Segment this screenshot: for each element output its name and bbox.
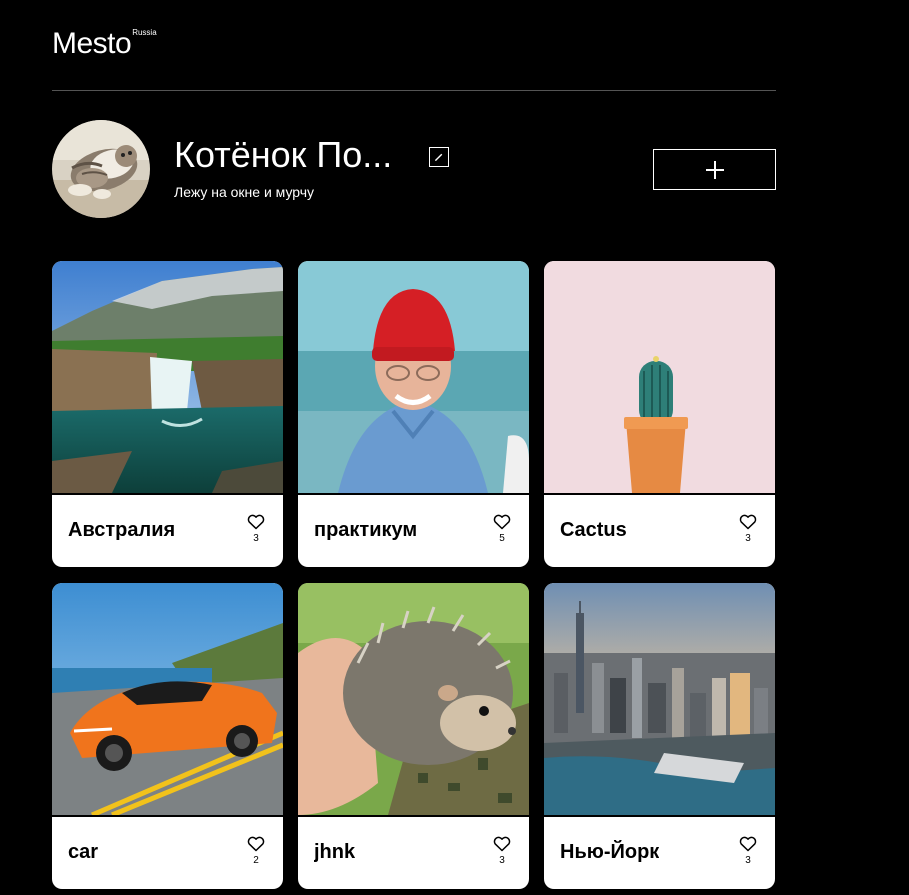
card-image[interactable] <box>544 583 775 815</box>
cactus-image <box>544 261 775 493</box>
portrait-image <box>298 261 529 493</box>
heart-icon <box>739 836 757 852</box>
heart-icon <box>493 514 511 530</box>
card-title: car <box>68 841 99 863</box>
heart-icon <box>493 836 511 852</box>
edit-profile-button[interactable] <box>429 147 449 167</box>
pencil-icon <box>435 153 443 161</box>
plus-icon <box>705 160 724 179</box>
card-image[interactable] <box>298 261 529 493</box>
profile-name: Котёнок По... <box>174 134 393 175</box>
cards-grid: Австралия 3 практикум 5 Cactus 3 car 2 j… <box>52 261 776 889</box>
like-count: 3 <box>253 533 259 544</box>
profile-avatar[interactable] <box>52 120 150 218</box>
heart-icon <box>739 514 757 530</box>
like-block: 3 <box>492 835 512 867</box>
like-block: 2 <box>246 835 266 867</box>
logo-text: Mesto <box>52 27 132 60</box>
card-footer: практикум 5 <box>298 493 529 567</box>
card-footer: Нью-Йорк 3 <box>544 815 775 889</box>
like-count: 2 <box>253 855 259 866</box>
like-block: 3 <box>738 835 758 867</box>
card-footer: car 2 <box>52 815 283 889</box>
like-block: 5 <box>492 513 512 545</box>
heart-icon <box>247 514 265 530</box>
like-button[interactable] <box>246 513 266 531</box>
like-button[interactable] <box>738 835 758 853</box>
like-block: 3 <box>246 513 266 545</box>
card: jhnk 3 <box>298 583 529 889</box>
avatar-image <box>52 120 150 218</box>
car-image <box>52 583 283 815</box>
like-button[interactable] <box>492 835 512 853</box>
like-count: 3 <box>499 855 505 866</box>
like-button[interactable] <box>492 513 512 531</box>
card-title: Нью-Йорк <box>560 841 660 863</box>
card-title: Cactus <box>560 519 627 541</box>
like-button[interactable] <box>738 513 758 531</box>
hedgehog-image <box>298 583 529 815</box>
card-title: практикум <box>314 519 418 541</box>
card-image[interactable] <box>298 583 529 815</box>
card: Cactus 3 <box>544 261 775 567</box>
city-image <box>544 583 775 815</box>
card-footer: Австралия 3 <box>52 493 283 567</box>
like-count: 3 <box>745 855 751 866</box>
card-footer: jhnk 3 <box>298 815 529 889</box>
card-footer: Cactus 3 <box>544 493 775 567</box>
header: Mesto Russia <box>52 26 776 91</box>
profile-info: Котёнок По... <box>174 134 392 176</box>
like-button[interactable] <box>246 835 266 853</box>
like-count: 5 <box>499 533 505 544</box>
add-card-button[interactable] <box>653 149 776 190</box>
card: car 2 <box>52 583 283 889</box>
card-image[interactable] <box>52 261 283 493</box>
card: Нью-Йорк 3 <box>544 583 775 889</box>
card-title: jhnk <box>314 841 356 863</box>
logo: Mesto Russia <box>52 26 157 62</box>
card: практикум 5 <box>298 261 529 567</box>
card-image[interactable] <box>52 583 283 815</box>
like-block: 3 <box>738 513 758 545</box>
card: Австралия 3 <box>52 261 283 567</box>
profile: Котёнок По... Лежу на окне и мурчу <box>52 120 776 218</box>
card-title: Австралия <box>68 519 176 541</box>
logo-region: Russia <box>132 28 157 37</box>
landscape-image <box>52 261 283 493</box>
heart-icon <box>247 836 265 852</box>
page: Mesto Russia Котёнок По... Лежу на окне … <box>0 0 909 895</box>
like-count: 3 <box>745 533 751 544</box>
profile-about: Лежу на окне и мурчу <box>174 184 315 200</box>
card-image[interactable] <box>544 261 775 493</box>
